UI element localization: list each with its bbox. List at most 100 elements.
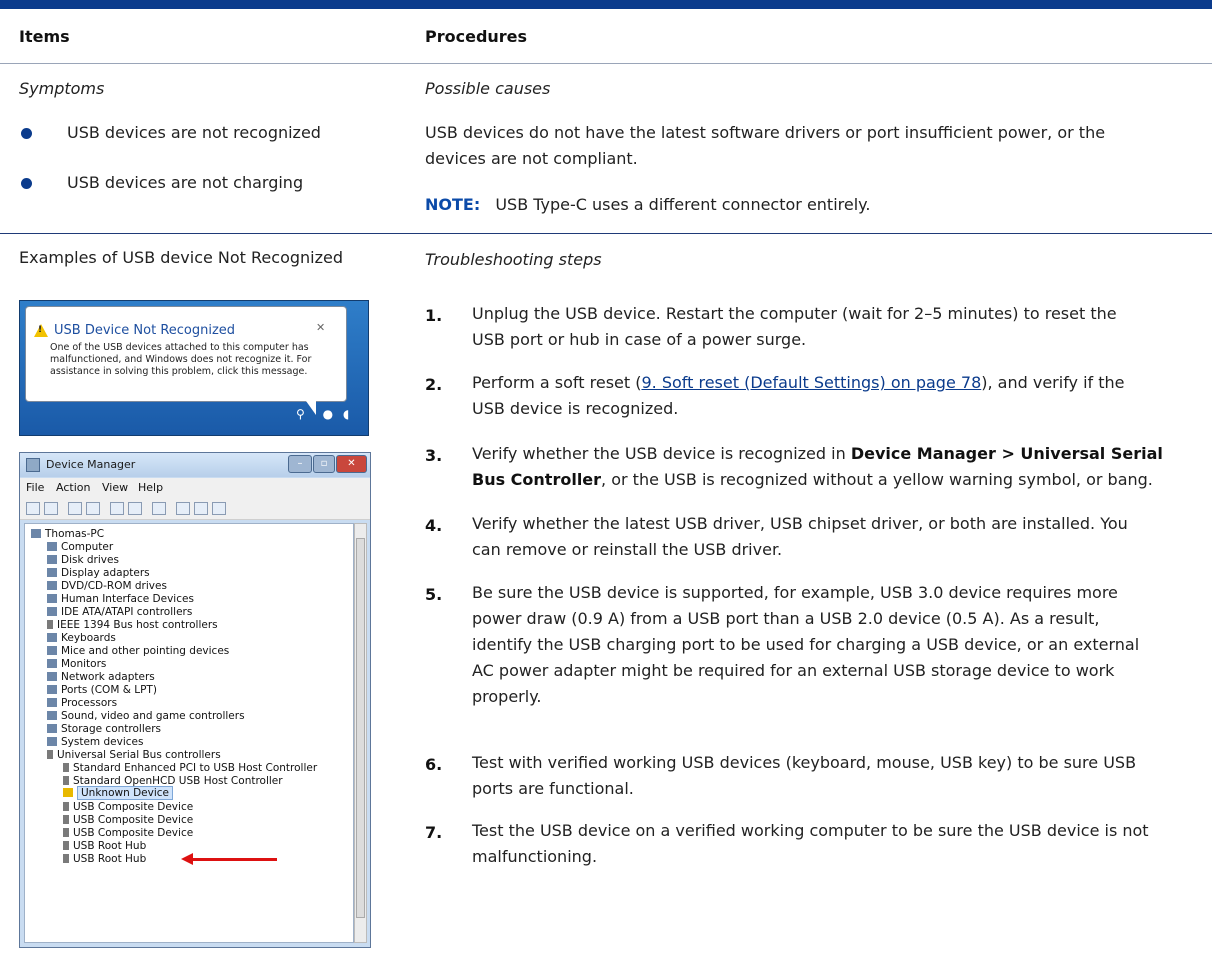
computer-icon	[31, 529, 41, 538]
system-icon	[47, 737, 57, 746]
menu-view[interactable]: View	[102, 481, 128, 494]
mouse-icon	[47, 646, 57, 655]
tree-item[interactable]: Keyboards	[47, 632, 116, 644]
tree-item[interactable]: Ports (COM & LPT)	[47, 684, 157, 696]
tree-item[interactable]: Display adapters	[47, 567, 150, 579]
tree-label: Disk drives	[61, 554, 119, 566]
sound-icon	[47, 711, 57, 720]
update-driver-icon[interactable]	[176, 502, 190, 515]
possible-causes-label: Possible causes	[425, 79, 551, 98]
tree-item-unknown-device[interactable]: Unknown Device	[63, 786, 173, 800]
tree-label: IEEE 1394 Bus host controllers	[57, 619, 218, 631]
warning-mark-icon: !	[38, 325, 43, 335]
step-line: ), and verify if the	[981, 373, 1125, 392]
red-arrow-line	[191, 858, 277, 861]
usb-icon	[63, 828, 69, 837]
step-line: Test with verified working USB devices (…	[472, 753, 1137, 772]
tree-label: Unknown Device	[77, 786, 173, 800]
tree-item[interactable]: Universal Serial Bus controllers	[47, 749, 221, 761]
scrollbar-thumb[interactable]	[356, 538, 365, 918]
keyboard-icon	[47, 633, 57, 642]
tree-item[interactable]: Human Interface Devices	[47, 593, 194, 605]
notification-title: USB Device Not Recognized	[54, 323, 236, 338]
tree-item[interactable]: USB Composite Device	[63, 827, 193, 839]
tray-icons: ⚲ ● ◖	[296, 407, 349, 421]
menu-action[interactable]: Action	[56, 481, 90, 494]
menu-help[interactable]: Help	[138, 481, 163, 494]
tree-item[interactable]: Network adapters	[47, 671, 155, 683]
step-line: malfunctioning.	[472, 847, 598, 866]
tree-item[interactable]: USB Root Hub	[63, 853, 146, 865]
tree-item[interactable]: Disk drives	[47, 554, 119, 566]
disk-icon	[47, 555, 57, 564]
tree-item[interactable]: USB Root Hub	[63, 840, 146, 852]
tree-label: USB Composite Device	[73, 827, 194, 839]
bullet-icon	[21, 178, 32, 189]
tree-label: Keyboards	[61, 632, 116, 644]
tree-item[interactable]: Mice and other pointing devices	[47, 645, 229, 657]
troubleshooting-label: Troubleshooting steps	[425, 250, 602, 269]
cause-text-line: devices are not compliant.	[425, 149, 638, 168]
tree-item[interactable]: USB Composite Device	[63, 814, 193, 826]
step-text: Verify whether the latest USB driver, US…	[472, 511, 1180, 563]
scan-hardware-icon[interactable]	[152, 502, 166, 515]
tree-item[interactable]: Computer	[47, 541, 113, 553]
tree-label: Sound, video and game controllers	[61, 710, 245, 722]
vertical-scrollbar[interactable]	[354, 523, 367, 943]
tree-item[interactable]: Processors	[47, 697, 117, 709]
usb-icon	[63, 815, 69, 824]
details-icon[interactable]	[128, 502, 142, 515]
close-button[interactable]: ✕	[336, 455, 367, 473]
properties-icon[interactable]	[86, 502, 100, 515]
tree-item[interactable]: Standard Enhanced PCI to USB Host Contro…	[63, 762, 317, 774]
volume-tray-icon[interactable]: ◖	[343, 407, 349, 421]
device-tree: Thomas-PC Computer Disk drives Display a…	[24, 523, 354, 943]
disable-icon[interactable]	[212, 502, 226, 515]
tree-item[interactable]: System devices	[47, 736, 143, 748]
menu-file[interactable]: File	[26, 481, 44, 494]
menu-bar: File Action View Help	[20, 478, 370, 498]
step-line: Verify whether the latest USB driver, US…	[472, 514, 1128, 533]
usb-icon	[63, 841, 69, 850]
step-line: Be sure the USB device is supported, for…	[472, 583, 1118, 602]
tree-label: Standard Enhanced PCI to USB Host Contro…	[73, 762, 318, 774]
step-line: ports are functional.	[472, 779, 634, 798]
step-text: Test with verified working USB devices (…	[472, 750, 1180, 802]
show-hide-tree-icon[interactable]	[68, 502, 82, 515]
step-number: 4.	[425, 516, 443, 535]
note-text: USB Type-C uses a different connector en…	[495, 195, 871, 214]
forward-icon[interactable]	[44, 502, 58, 515]
usb-icon	[63, 763, 69, 772]
step-line: USB port or hub in case of a power surge…	[472, 330, 807, 349]
tree-item[interactable]: Sound, video and game controllers	[47, 710, 245, 722]
window-title: Device Manager	[46, 458, 136, 471]
tree-label: Display adapters	[61, 567, 150, 579]
maximize-button[interactable]: ▫	[313, 455, 335, 473]
usb-icon	[63, 854, 69, 863]
usb-tray-icon[interactable]: ⚲	[296, 407, 305, 421]
step-line: identify the USB charging port to be use…	[472, 635, 1140, 654]
soft-reset-link[interactable]: 9. Soft reset (Default Settings) on page…	[641, 373, 981, 392]
tree-label: Universal Serial Bus controllers	[57, 749, 221, 761]
usb-icon	[47, 750, 53, 759]
tree-item[interactable]: USB Composite Device	[63, 801, 193, 813]
tree-root[interactable]: Thomas-PC	[31, 528, 104, 540]
toolbar	[20, 498, 370, 520]
tree-item[interactable]: Monitors	[47, 658, 106, 670]
dvd-icon	[47, 581, 57, 590]
network-tray-icon[interactable]: ●	[323, 407, 333, 421]
tree-item[interactable]: IEEE 1394 Bus host controllers	[47, 619, 218, 631]
step-line: Perform a soft reset (	[472, 373, 642, 392]
tree-item[interactable]: Storage controllers	[47, 723, 161, 735]
uninstall-icon[interactable]	[194, 502, 208, 515]
tree-label: System devices	[61, 736, 144, 748]
back-icon[interactable]	[26, 502, 40, 515]
notification-bubble[interactable]: ! USB Device Not Recognized ✕ One of the…	[25, 306, 347, 402]
tree-item[interactable]: DVD/CD-ROM drives	[47, 580, 167, 592]
step-text: Be sure the USB device is supported, for…	[472, 580, 1180, 710]
symptom-item: USB devices are not recognized	[67, 123, 321, 142]
help-icon[interactable]	[110, 502, 124, 515]
tree-item[interactable]: IDE ATA/ATAPI controllers	[47, 606, 192, 618]
close-icon[interactable]: ✕	[316, 321, 325, 334]
minimize-button[interactable]: –	[288, 455, 312, 473]
